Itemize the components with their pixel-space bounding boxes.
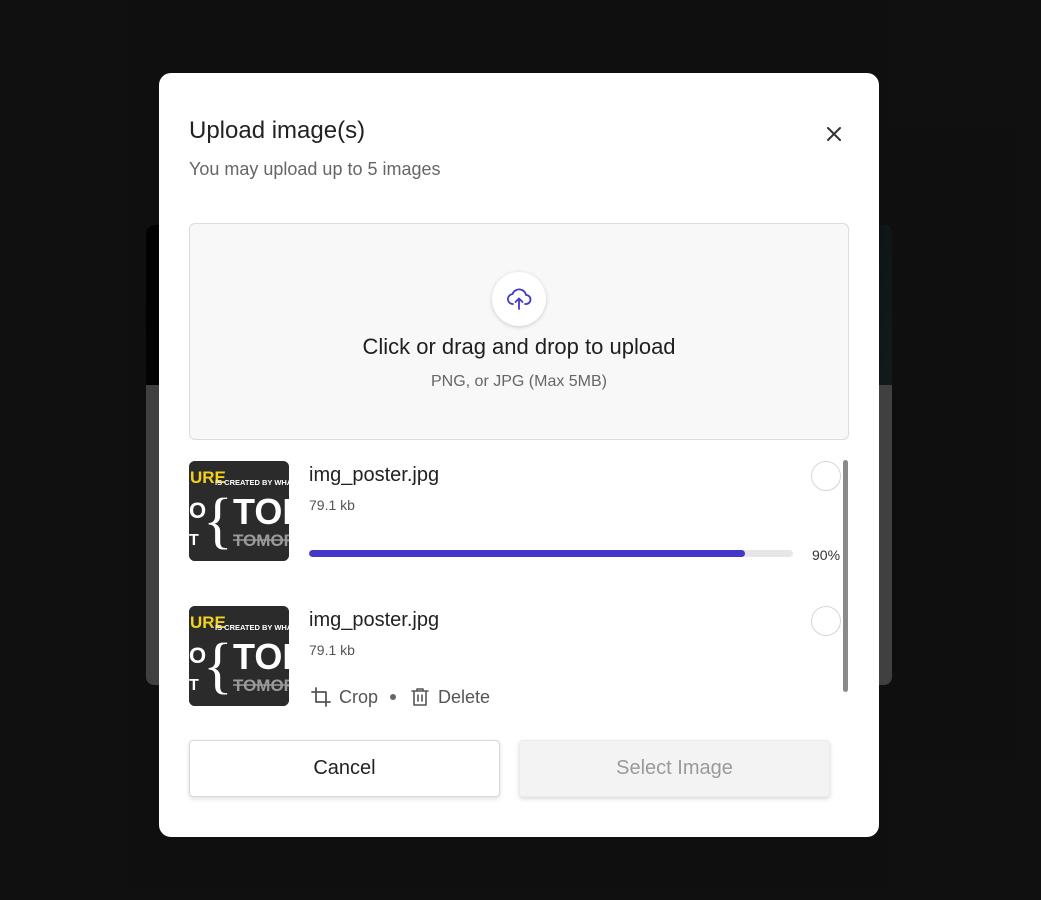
file-thumbnail: URE IS CREATED BY WHAT O { TOD T TOMORR [189, 461, 289, 561]
modal-subtitle: You may upload up to 5 images [189, 159, 441, 179]
upload-progress-fill [309, 550, 745, 557]
file-list: URE IS CREATED BY WHAT O { TOD T TOMORR … [189, 461, 851, 711]
upload-progress-label: 90% [812, 547, 841, 563]
svg-text:TOD: TOD [233, 636, 289, 677]
svg-text:{: { [203, 632, 233, 700]
delete-label: Delete [438, 686, 491, 707]
svg-text:TOD: TOD [233, 491, 289, 532]
file-list-scrollbar[interactable] [843, 460, 848, 692]
select-image-button[interactable]: Select Image [519, 740, 830, 797]
svg-text:T: T [189, 677, 199, 694]
delete-button[interactable]: Delete [408, 685, 490, 709]
cloud-upload-icon [507, 288, 532, 310]
upload-modal: Upload image(s) You may upload up to 5 i… [159, 73, 879, 837]
upload-dropzone[interactable]: Click or drag and drop to upload PNG, or… [189, 223, 849, 440]
upload-icon-badge [492, 272, 546, 326]
file-actions: Crop Delete [309, 684, 490, 710]
svg-text:IS CREATED BY WHAT: IS CREATED BY WHAT [215, 623, 289, 632]
file-select-radio[interactable] [811, 606, 841, 636]
separator-dot [390, 694, 397, 700]
cancel-button[interactable]: Cancel [189, 740, 500, 797]
close-button[interactable] [819, 119, 849, 149]
file-item: URE IS CREATED BY WHAT O { TOD T TOMORR … [189, 461, 849, 571]
file-name: img_poster.jpg [309, 464, 440, 486]
file-size: 79.1 kb [309, 497, 355, 513]
crop-icon [309, 685, 333, 709]
modal-title: Upload image(s) [189, 117, 366, 144]
file-select-radio[interactable] [811, 461, 841, 491]
upload-progress-bar [309, 550, 793, 557]
svg-text:T: T [189, 532, 199, 549]
svg-text:{: { [203, 487, 233, 555]
dropzone-title: Click or drag and drop to upload [362, 334, 676, 359]
crop-label: Crop [339, 686, 379, 707]
svg-text:IS CREATED BY WHAT: IS CREATED BY WHAT [215, 478, 289, 487]
file-size: 79.1 kb [309, 642, 355, 658]
close-icon [827, 127, 841, 141]
poster-thumbnail-image: URE IS CREATED BY WHAT O { TOD T TOMORR [189, 606, 289, 706]
file-thumbnail: URE IS CREATED BY WHAT O { TOD T TOMORR [189, 606, 289, 706]
trash-icon [408, 685, 432, 709]
file-item: URE IS CREATED BY WHAT O { TOD T TOMORR … [189, 606, 849, 711]
file-name: img_poster.jpg [309, 609, 440, 631]
poster-thumbnail-image: URE IS CREATED BY WHAT O { TOD T TOMORR [189, 461, 289, 561]
dropzone-hint: PNG, or JPG (Max 5MB) [430, 373, 608, 390]
crop-button[interactable]: Crop [309, 685, 378, 709]
